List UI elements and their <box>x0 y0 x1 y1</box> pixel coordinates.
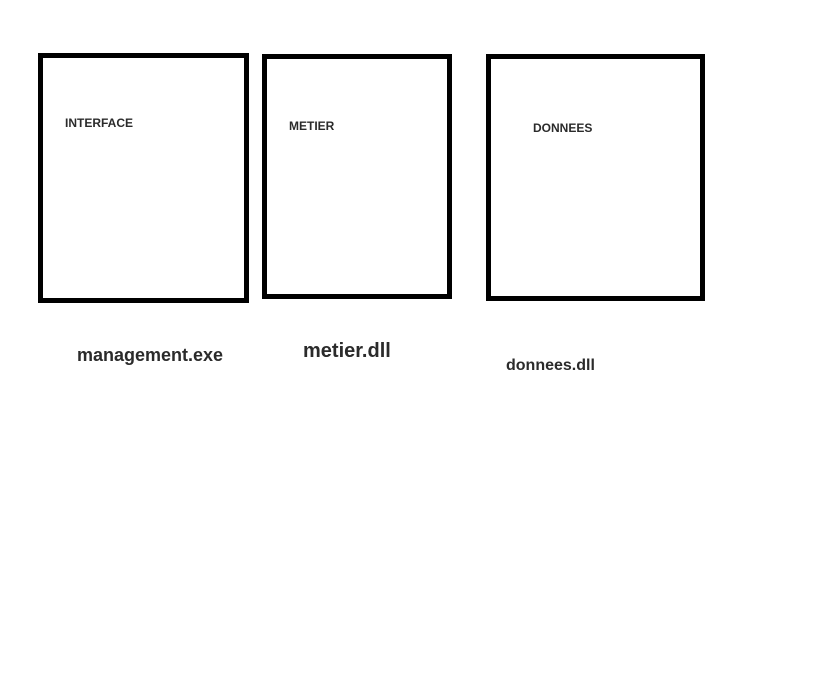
donnees-layer-box: DONNEES <box>486 54 705 301</box>
metier-dll-label: metier.dll <box>303 340 391 362</box>
architecture-diagram: { "layers": [ { "id": "interface", "labe… <box>0 0 834 682</box>
interface-layer-label: INTERFACE <box>65 116 134 130</box>
donnees-layer-label: DONNEES <box>533 121 593 135</box>
metier-layer-box: METIER <box>262 54 452 299</box>
management-exe-label: management.exe <box>77 345 224 365</box>
metier-layer-label: METIER <box>289 119 335 133</box>
interface-layer-box: INTERFACE <box>38 53 249 303</box>
donnees-dll-label: donnees.dll <box>506 357 595 374</box>
